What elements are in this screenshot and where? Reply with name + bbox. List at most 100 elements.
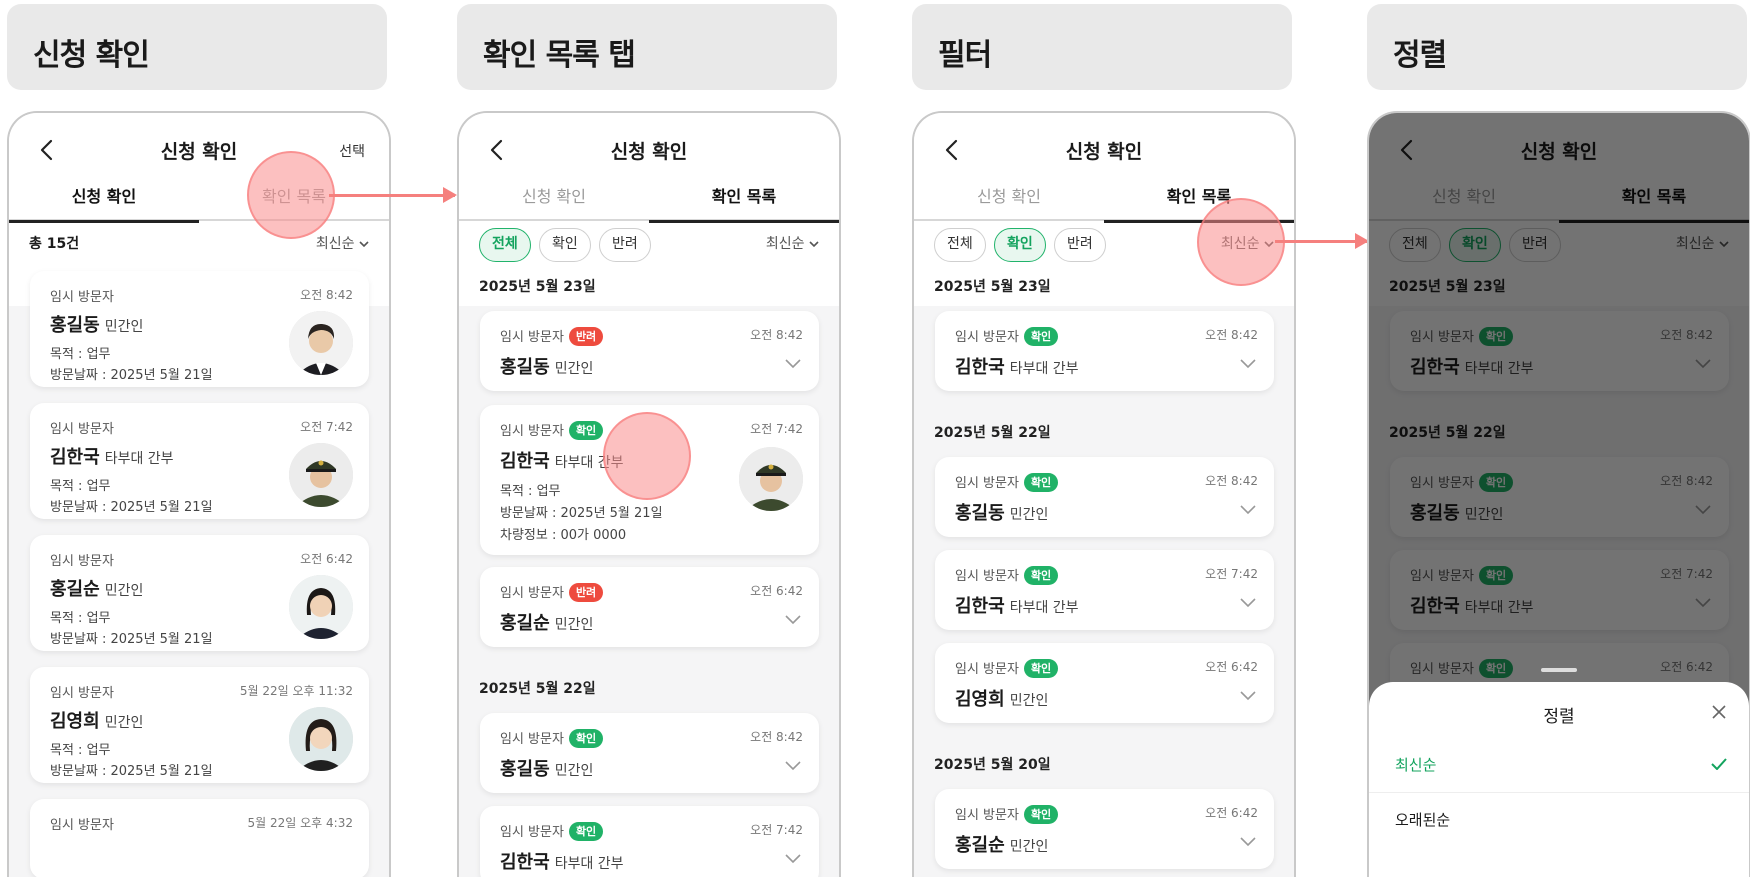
request-time: 오전 6:42 [1205, 660, 1258, 674]
chevron-down-icon[interactable] [785, 854, 801, 864]
chevron-down-icon[interactable] [785, 615, 801, 625]
filter-chip-all[interactable]: 전체 [479, 228, 531, 262]
visitor-kind-text: 임시 방문자 [955, 569, 1019, 584]
visitor-org: 민간인 [554, 763, 594, 779]
sort-bottom-sheet: 정렬 최신순 오래된순 [1369, 668, 1749, 877]
sort-dropdown[interactable]: 최신순 [766, 233, 819, 253]
list-item[interactable]: 임시 방문자 확인 오전 8:42 홍길동 민간인 [480, 713, 819, 793]
sort-dropdown[interactable]: 최신순 [316, 233, 369, 253]
filter-chip-rejected[interactable]: 반려 [1054, 228, 1106, 262]
visitor-kind: 임시 방문자 [50, 818, 114, 833]
nav-row: 신청 확인 선택 [9, 135, 389, 165]
status-badge: 확인 [1023, 327, 1059, 346]
select-button[interactable]: 선택 [339, 141, 365, 161]
filter-chip-confirmed[interactable]: 확인 [994, 228, 1046, 262]
sort-option-newest[interactable]: 최신순 [1369, 738, 1749, 792]
filter-chip-rejected[interactable]: 반려 [599, 228, 651, 262]
list-item[interactable]: 임시 방문자 확인 오전 8:42 김한국 타부대 간부 [935, 311, 1274, 391]
purpose: 목적 : 업무 [500, 484, 561, 499]
panel-header-title: 필터 [938, 38, 992, 73]
panel-header: 필터 [912, 4, 1292, 90]
panel-filter: 필터 신청 확인 신청 확인 확인 목록 전체 확인 반려 최신순 2025년 … [912, 0, 1297, 877]
tab-check-list[interactable]: 확인 목록 [649, 183, 839, 223]
list-item[interactable]: 임시 방문자 반려 오전 6:42 홍길순 민간인 [480, 567, 819, 647]
panel-header-title: 신청 확인 [33, 38, 150, 73]
visitor-name: 홍길동민간인 [500, 353, 593, 379]
list-item[interactable]: 임시 방문자 확인 오전 8:42 홍길동 민간인 [935, 457, 1274, 537]
chevron-down-icon[interactable] [1240, 837, 1256, 847]
chevron-down-icon[interactable] [1240, 598, 1256, 608]
visitor-org: 민간인 [104, 715, 144, 731]
filter-chip-confirmed[interactable]: 확인 [539, 228, 591, 262]
sort-label: 최신순 [315, 236, 355, 252]
visitor-kind: 임시 방문자 확인 [955, 472, 1059, 492]
sheet-handle[interactable] [1541, 668, 1577, 672]
date-group-label: 2025년 5월 22일 [934, 425, 1051, 441]
visitor-kind: 임시 방문자 [50, 554, 114, 569]
list-item[interactable]: 임시 방문자 확인 오전 7:42 김한국 타부대 간부 [480, 806, 819, 877]
chevron-down-icon [809, 241, 819, 248]
tab-apply-check[interactable]: 신청 확인 [459, 183, 649, 221]
visitor-name-text: 김영희 [955, 689, 1005, 710]
avatar [289, 575, 353, 639]
panel-header: 확인 목록 탭 [457, 4, 837, 90]
list-item[interactable]: 임시 방문자 확인 오전 6:42 홍길순 민간인 [935, 789, 1274, 869]
request-time: 오전 8:42 [1205, 474, 1258, 488]
page-title: 신청 확인 [610, 141, 688, 163]
visitor-kind: 임시 방문자 확인 [500, 821, 604, 841]
request-time: 오전 8:42 [300, 288, 353, 302]
visitor-kind: 임시 방문자 확인 [955, 565, 1059, 585]
visitor-kind-text: 임시 방문자 [500, 586, 564, 601]
visitor-name-text: 김한국 [955, 596, 1005, 617]
list-item[interactable]: 임시 방문자 확인 오전 7:42 김한국 타부대 간부 [935, 550, 1274, 630]
visitor-kind: 임시 방문자 [50, 290, 114, 305]
list-item[interactable]: 임시 방문자 오전 7:42 김한국 타부대 간부 목적 : 업무 방문날짜 : … [30, 403, 369, 519]
tab-apply-check[interactable]: 신청 확인 [914, 183, 1104, 221]
visitor-org: 민간인 [1009, 507, 1049, 523]
chevron-down-icon[interactable] [1240, 359, 1256, 369]
visitor-name-text: 김한국 [955, 357, 1005, 378]
close-icon[interactable] [1711, 704, 1727, 720]
visitor-org: 민간인 [1009, 693, 1049, 709]
visit-date: 방문날짜 : 2025년 5월 21일 [50, 368, 213, 383]
list-item[interactable]: 임시 방문자 반려 오전 8:42 홍길동 민간인 [480, 311, 819, 391]
request-time: 오전 6:42 [1205, 806, 1258, 820]
list-item[interactable]: 임시 방문자 확인 오전 6:42 김영희 민간인 [935, 643, 1274, 723]
sort-label: 최신순 [765, 236, 805, 252]
list-item[interactable]: 임시 방문자 5월 22일 오후 11:32 김영희 민간인 목적 : 업무 방문… [30, 667, 369, 783]
list-item[interactable]: 임시 방문자 5월 22일 오후 4:32 [30, 799, 369, 877]
panel-header: 정렬 [1367, 4, 1747, 90]
visitor-org: 타부대 간부 [1009, 600, 1079, 616]
total-count: 총 15건 [29, 236, 80, 252]
chevron-down-icon [359, 241, 369, 248]
visitor-name: 김한국타부대 간부 [955, 353, 1079, 379]
filter-chip-all[interactable]: 전체 [934, 228, 986, 262]
visitor-kind: 임시 방문자 확인 [500, 728, 604, 748]
visitor-kind-text: 임시 방문자 [955, 330, 1019, 345]
phone-screen: 신청 확인 선택 신청 확인 확인 목록 총 15건 최신순 임시 방문자 오전… [7, 111, 391, 877]
avatar [289, 311, 353, 375]
visitor-kind-text: 임시 방문자 [955, 808, 1019, 823]
purpose: 목적 : 업무 [50, 347, 111, 362]
list-item[interactable]: 임시 방문자 오전 8:42 홍길동 민간인 목적 : 업무 방문날짜 : 202… [30, 271, 369, 387]
chevron-down-icon[interactable] [1240, 505, 1256, 515]
avatar [289, 707, 353, 771]
panel-header: 신청 확인 [7, 4, 387, 90]
status-badge: 반려 [568, 327, 604, 346]
avatar [739, 447, 803, 511]
flow-arrow [329, 187, 457, 203]
status-badge: 확인 [568, 729, 604, 748]
avatar [289, 443, 353, 507]
visit-date: 방문날짜 : 2025년 5월 21일 [50, 500, 213, 515]
chevron-down-icon[interactable] [785, 761, 801, 771]
chevron-down-icon[interactable] [1240, 691, 1256, 701]
sort-option-label: 오래된순 [1395, 811, 1451, 829]
sort-option-oldest[interactable]: 오래된순 [1369, 793, 1749, 847]
tab-apply-check[interactable]: 신청 확인 [9, 183, 199, 223]
chevron-down-icon[interactable] [785, 359, 801, 369]
visitor-name-text: 홍길순 [500, 613, 550, 634]
status-badge: 확인 [1023, 805, 1059, 824]
nav-row: 신청 확인 [914, 135, 1294, 165]
list-item[interactable]: 임시 방문자 오전 6:42 홍길순 민간인 목적 : 업무 방문날짜 : 202… [30, 535, 369, 651]
visitor-name: 홍길동민간인 [50, 311, 143, 337]
